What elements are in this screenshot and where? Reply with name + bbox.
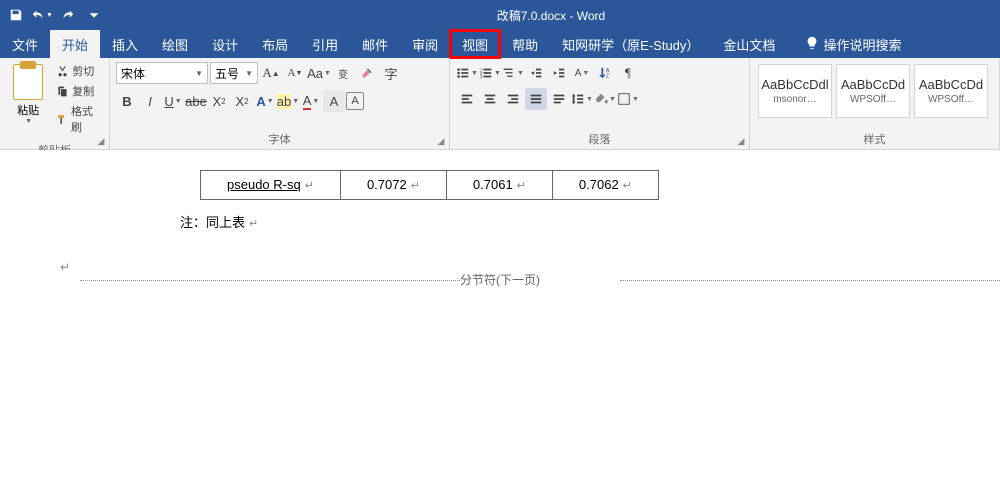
italic-button[interactable]: I	[139, 90, 161, 112]
shrink-font-button[interactable]: A▼	[284, 62, 306, 84]
phonetic-guide-button[interactable]: 变	[332, 62, 354, 84]
style-item[interactable]: AaBbCcDd WPSOff…	[914, 64, 988, 118]
bullets-button[interactable]: ▼	[456, 62, 478, 84]
group-paragraph-label: 段落	[450, 129, 749, 149]
chevron-down-icon[interactable]: ▼	[245, 69, 253, 78]
document-title: 改稿7.0.docx - Word	[106, 7, 996, 24]
group-styles: AaBbCcDdl msonor… AaBbCcDd WPSOff… AaBbC…	[750, 58, 1000, 149]
title-bar: ▼ 改稿7.0.docx - Word	[0, 0, 1000, 30]
clipboard-icon	[13, 64, 43, 100]
clipboard-launcher[interactable]: ◢	[95, 135, 107, 147]
line-spacing-button[interactable]: ▼	[571, 88, 593, 110]
shading-button[interactable]: ▼	[594, 88, 616, 110]
copy-button[interactable]: 复制	[54, 82, 103, 100]
character-border-button[interactable]: A	[346, 92, 364, 110]
section-break: 分节符(下一页)	[0, 271, 1000, 288]
format-painter-button[interactable]: 格式刷	[54, 102, 103, 136]
svg-text:3: 3	[480, 74, 483, 79]
tab-file[interactable]: 文件	[0, 30, 50, 58]
table-cell[interactable]: 0.7062↵	[552, 171, 658, 200]
asian-layout-button[interactable]: A▼	[571, 62, 593, 84]
justify-button[interactable]	[525, 88, 547, 110]
lightbulb-icon	[805, 36, 819, 53]
grow-font-button[interactable]: A▲	[260, 62, 282, 84]
paste-label: 粘贴	[17, 102, 39, 118]
font-launcher[interactable]: ◢	[435, 135, 447, 147]
show-marks-button[interactable]: ¶	[617, 62, 639, 84]
change-case-button[interactable]: Aa▼	[308, 62, 330, 84]
multilevel-list-button[interactable]: ▼	[502, 62, 524, 84]
table-note[interactable]: 注：同上表↵	[180, 212, 1000, 231]
text-effects-button[interactable]: A▼	[254, 90, 276, 112]
table-row-header[interactable]: pseudo R-sq↵	[201, 171, 341, 200]
table-row[interactable]: pseudo R-sq↵ 0.7072↵ 0.7061↵ 0.7062↵	[201, 171, 659, 200]
paste-button[interactable]: 粘贴 ▼	[6, 62, 50, 125]
style-item[interactable]: AaBbCcDd WPSOff…	[836, 64, 910, 118]
align-center-button[interactable]	[479, 88, 501, 110]
tab-insert[interactable]: 插入	[100, 30, 150, 58]
decrease-indent-button[interactable]	[525, 62, 547, 84]
tab-layout[interactable]: 布局	[250, 30, 300, 58]
svg-text:Z: Z	[606, 73, 610, 79]
align-right-button[interactable]	[502, 88, 524, 110]
sort-button[interactable]: AZ	[594, 62, 616, 84]
data-table[interactable]: pseudo R-sq↵ 0.7072↵ 0.7061↵ 0.7062↵	[200, 170, 659, 200]
font-name-combo[interactable]: 宋体▼	[116, 62, 208, 84]
highlight-button[interactable]: ab▼	[277, 90, 299, 112]
page: pseudo R-sq↵ 0.7072↵ 0.7061↵ 0.7062↵ 注：同…	[0, 170, 1000, 288]
group-clipboard: 粘贴 ▼ 剪切 复制 格式刷 剪贴板 ◢	[0, 58, 110, 149]
tab-mailings[interactable]: 邮件	[350, 30, 400, 58]
group-font: 宋体▼ 五号▼ A▲ A▼ Aa▼ 变 字 B I U▼ abe X2 X2 A…	[110, 58, 450, 149]
group-styles-label: 样式	[750, 129, 999, 149]
distributed-button[interactable]	[548, 88, 570, 110]
align-left-button[interactable]	[456, 88, 478, 110]
increase-indent-button[interactable]	[548, 62, 570, 84]
tab-review[interactable]: 审阅	[400, 30, 450, 58]
character-shading-button[interactable]: A	[323, 90, 345, 112]
tab-design[interactable]: 设计	[200, 30, 250, 58]
tab-jinshan[interactable]: 金山文档	[711, 30, 787, 58]
paragraph-launcher[interactable]: ◢	[735, 135, 747, 147]
tab-home[interactable]: 开始	[50, 30, 100, 58]
strikethrough-button[interactable]: abe	[185, 90, 207, 112]
undo-button[interactable]: ▼	[30, 3, 54, 27]
table-cell[interactable]: 0.7061↵	[446, 171, 552, 200]
save-button[interactable]	[4, 3, 28, 27]
document-area[interactable]: pseudo R-sq↵ 0.7072↵ 0.7061↵ 0.7062↵ 注：同…	[0, 150, 1000, 500]
superscript-button[interactable]: X2	[231, 90, 253, 112]
bold-button[interactable]: B	[116, 90, 138, 112]
tab-draw[interactable]: 绘图	[150, 30, 200, 58]
redo-button[interactable]	[56, 3, 80, 27]
quick-access-toolbar: ▼	[4, 3, 106, 27]
tell-me-label: 操作说明搜索	[823, 35, 901, 54]
numbering-button[interactable]: 123▼	[479, 62, 501, 84]
font-color-button[interactable]: A▼	[300, 90, 322, 112]
underline-button[interactable]: U▼	[162, 90, 184, 112]
subscript-button[interactable]: X2	[208, 90, 230, 112]
table-cell[interactable]: 0.7072↵	[340, 171, 446, 200]
ribbon-tabs: 文件 开始 插入 绘图 设计 布局 引用 邮件 审阅 视图 帮助 知网研学（原E…	[0, 30, 1000, 58]
ribbon: 粘贴 ▼ 剪切 复制 格式刷 剪贴板 ◢ 宋体▼ 五号▼ A▲ A▼ Aa▼ 变…	[0, 58, 1000, 150]
group-paragraph: ▼ 123▼ ▼ A▼ AZ ¶ ▼ ▼ ▼ 段落 ◢	[450, 58, 750, 149]
clear-formatting-button[interactable]	[356, 62, 378, 84]
tab-references[interactable]: 引用	[300, 30, 350, 58]
group-font-label: 字体	[110, 129, 449, 149]
borders-button[interactable]: ▼	[617, 88, 639, 110]
tell-me-search[interactable]: 操作说明搜索	[795, 30, 911, 58]
tab-help[interactable]: 帮助	[500, 30, 550, 58]
qat-customize-button[interactable]	[82, 3, 106, 27]
tab-zhiwang[interactable]: 知网研学（原E-Study）	[550, 30, 711, 58]
font-size-combo[interactable]: 五号▼	[210, 62, 258, 84]
enclose-characters-button[interactable]: 字	[380, 62, 402, 84]
tab-view[interactable]: 视图	[450, 30, 500, 58]
cut-button[interactable]: 剪切	[54, 62, 103, 80]
chevron-down-icon[interactable]: ▼	[195, 69, 203, 78]
style-item[interactable]: AaBbCcDdl msonor…	[758, 64, 832, 118]
